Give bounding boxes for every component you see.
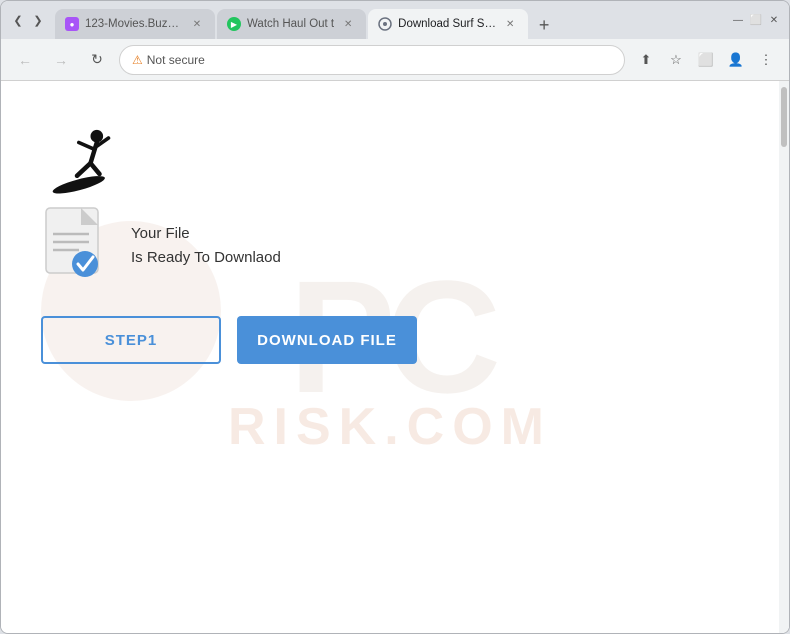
share-button[interactable]: ⬆ [633, 47, 659, 73]
page-content: PC RISK.COM [1, 81, 789, 633]
tab-nav-next[interactable]: ❯ [29, 11, 47, 29]
tab-3-label: Download Surf Start [398, 18, 496, 30]
tab-nav-prev[interactable]: ❮ [9, 11, 27, 29]
not-secure-indicator: ⚠ Not secure [132, 53, 205, 67]
buttons-row: STEP1 DOWNLOAD FILE [41, 316, 739, 364]
scrollbar-thumb[interactable] [781, 87, 787, 147]
tab-strip: ● 123-Movies.Buzz & t ✕ ▶ Watch Haul Out… [55, 1, 719, 39]
surfer-image [41, 111, 739, 206]
tab-2-label: Watch Haul Out t [247, 18, 334, 30]
address-bar: ← → ↻ ⚠ Not secure ⬆ ☆ ⬜ 👤 ⋮ [1, 39, 789, 81]
tab-2-close[interactable]: ✕ [340, 16, 356, 32]
tab-surfstart[interactable]: Download Surf Start ✕ [368, 9, 528, 39]
menu-button[interactable]: ⋮ [753, 47, 779, 73]
browser-window: ❮ ❯ ● 123-Movies.Buzz & t ✕ ▶ Watch Haul… [0, 0, 790, 634]
doc-line2: Is Ready To Downlaod [131, 246, 281, 270]
doc-line1: Your File [131, 222, 281, 246]
watermark-risk-text: RISK.COM [228, 397, 552, 457]
warning-icon: ⚠ [132, 53, 143, 67]
tab-1-close[interactable]: ✕ [189, 16, 205, 32]
step1-button[interactable]: STEP1 [41, 316, 221, 364]
download-file-button[interactable]: DOWNLOAD FILE [237, 316, 417, 364]
scrollbar[interactable] [779, 81, 789, 633]
reload-button[interactable]: ↻ [83, 46, 111, 74]
tab-view-button[interactable]: ⬜ [693, 47, 719, 73]
title-bar: ❮ ❯ ● 123-Movies.Buzz & t ✕ ▶ Watch Haul… [1, 1, 789, 39]
page-inner: PC RISK.COM [1, 81, 779, 633]
doc-text: Your File Is Ready To Downlaod [131, 222, 281, 270]
window-controls: — ⬜ ✕ [731, 13, 781, 27]
tab-3-favicon [378, 17, 392, 31]
tab-1-favicon: ● [65, 17, 79, 31]
maximize-button[interactable]: ⬜ [749, 13, 763, 27]
tab-2-favicon: ▶ [227, 17, 241, 31]
address-actions: ⬆ ☆ ⬜ 👤 ⋮ [633, 47, 779, 73]
tab-navigation: ❮ ❯ [9, 11, 47, 29]
tab-1-label: 123-Movies.Buzz & t [85, 18, 183, 30]
bookmark-button[interactable]: ☆ [663, 47, 689, 73]
close-button[interactable]: ✕ [767, 13, 781, 27]
forward-button[interactable]: → [47, 46, 75, 74]
doc-row: Your File Is Ready To Downlaod [41, 206, 739, 286]
tab-3-close[interactable]: ✕ [502, 16, 518, 32]
tab-watchhaul[interactable]: ▶ Watch Haul Out t ✕ [217, 9, 366, 39]
profile-button[interactable]: 👤 [723, 47, 749, 73]
back-button[interactable]: ← [11, 46, 39, 74]
new-tab-button[interactable]: + [530, 11, 558, 39]
content-area: Your File Is Ready To Downlaod STEP1 DOW… [41, 111, 739, 364]
minimize-button[interactable]: — [731, 13, 745, 27]
address-bar-input[interactable]: ⚠ Not secure [119, 45, 625, 75]
document-icon [41, 206, 111, 286]
tab-123movies[interactable]: ● 123-Movies.Buzz & t ✕ [55, 9, 215, 39]
not-secure-label: Not secure [147, 53, 205, 67]
